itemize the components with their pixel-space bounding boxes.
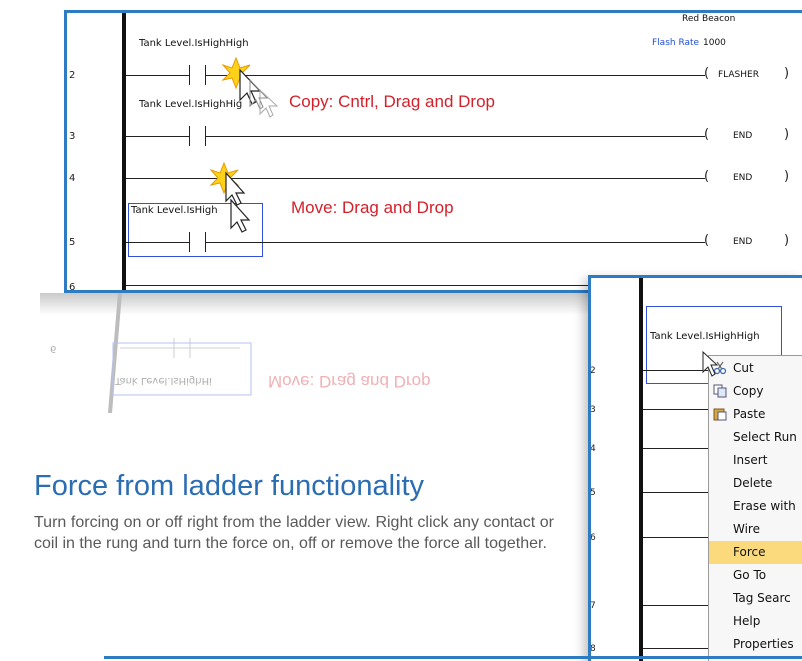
menu-item-label: Go To: [733, 568, 767, 582]
rung-number: 2: [69, 70, 76, 81]
coil-end[interactable]: END: [733, 173, 752, 183]
coil-param-label: Flash Rate: [652, 38, 700, 48]
left-power-rail: [639, 278, 643, 661]
menu-item-cut[interactable]: Cut: [709, 357, 802, 380]
coil-flasher[interactable]: FLASHER: [718, 70, 759, 80]
coil-end[interactable]: END: [733, 237, 752, 247]
menu-item-label: Paste: [733, 407, 766, 421]
rung-number: 3: [590, 405, 596, 415]
drag-cursor-copy-icon: [222, 56, 279, 118]
rung-number: 6: [590, 533, 596, 543]
menu-item-label: Help: [733, 614, 761, 628]
menu-item-label: Properties: [733, 637, 794, 651]
ladder-editor-bottom: Tank Level.IsHighHigh 2 3 4 5 6 7 8 Cut: [588, 275, 802, 661]
coil-end[interactable]: END: [733, 131, 752, 141]
menu-item-go-to[interactable]: Go To: [709, 564, 802, 587]
feature-description: Turn forcing on or off right from the la…: [34, 514, 554, 552]
menu-item-insert[interactable]: Insert: [709, 449, 802, 472]
menu-item-label: Copy: [733, 384, 764, 398]
reflected-tag: Tank Level.IsHighHi: [115, 375, 212, 386]
rung-number: 5: [590, 488, 596, 498]
menu-item-label: Insert: [733, 453, 768, 467]
reflected-callout: Move: Drag and Drop: [268, 372, 431, 391]
menu-item-wire[interactable]: Wire: [709, 518, 802, 541]
copy-icon: [713, 384, 727, 398]
ladder-reflection: Tank Level.IsHighHi Move: Drag and Drop …: [40, 293, 600, 413]
rung-number: 6: [69, 282, 76, 293]
move-cursor-icon: [230, 198, 251, 233]
menu-item-erase-with[interactable]: Erase with: [709, 495, 802, 518]
pointer-cursor-icon: [702, 350, 719, 377]
menu-item-label: Erase with: [733, 499, 796, 513]
rung-number: 4: [69, 173, 76, 184]
coil-close-paren: ): [784, 66, 790, 81]
bottom-window-edge: [104, 656, 802, 661]
menu-item-label: Tag Searc: [733, 591, 791, 605]
coil-param-value: 1000: [703, 38, 726, 48]
menu-item-label: Delete: [733, 476, 773, 490]
rung-number: 3: [69, 131, 76, 142]
menu-item-label: Wire: [733, 522, 760, 536]
paste-icon: [713, 408, 727, 421]
menu-item-paste[interactable]: Paste: [709, 403, 802, 426]
menu-item-label: Force: [733, 545, 766, 559]
menu-item-label: Select Run: [733, 430, 797, 444]
rung-number: 4: [590, 444, 596, 454]
copy-callout: Copy: Cntrl, Drag and Drop: [289, 92, 495, 111]
left-power-rail: [122, 13, 126, 290]
coil-open-paren: (: [704, 66, 710, 81]
feature-title: Force from ladder functionality: [34, 470, 425, 502]
move-callout: Move: Drag and Drop: [291, 198, 454, 217]
rung-number: 7: [590, 601, 596, 611]
reflected-rung-number: 6: [50, 343, 57, 354]
rung-number: 8: [590, 644, 596, 654]
menu-item-select-rung[interactable]: Select Run: [709, 426, 802, 449]
menu-item-tag-search[interactable]: Tag Searc: [709, 587, 802, 610]
contact-tag-label: Tank Level.IsHigh: [131, 205, 218, 216]
contact-tag-label: Tank Level.IsHighHigh: [139, 38, 249, 49]
menu-item-copy[interactable]: Copy: [709, 380, 802, 403]
coil-label-top: Red Beacon: [682, 14, 736, 24]
menu-item-help[interactable]: Help: [709, 610, 802, 633]
rung-number: 5: [69, 237, 76, 248]
menu-item-delete[interactable]: Delete: [709, 472, 802, 495]
menu-item-properties[interactable]: Properties: [709, 633, 802, 656]
ladder-editor-top: 2 Tank Level.IsHighHigh Red Beacon Flash…: [64, 10, 802, 293]
menu-item-force[interactable]: Force: [709, 541, 802, 564]
context-menu: Cut Copy Paste Select Run Insert Delete: [708, 355, 802, 661]
rung-number: 2: [590, 366, 596, 376]
contact-tag-label: Tank Level.IsHighHigh: [650, 331, 760, 342]
menu-item-label: Cut: [733, 361, 754, 375]
